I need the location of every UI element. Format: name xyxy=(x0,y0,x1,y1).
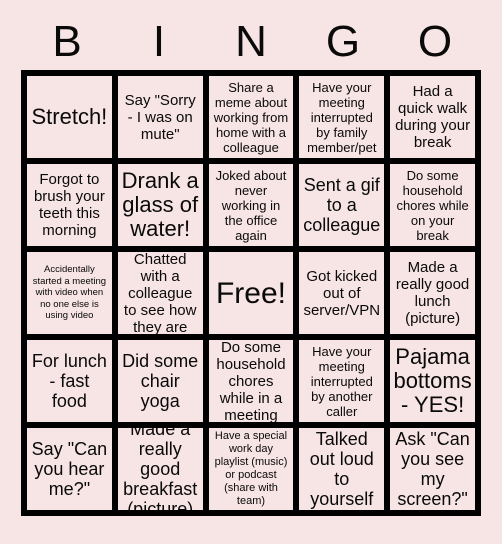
bingo-cell[interactable]: Say "Sorry - I was on mute" xyxy=(114,73,206,161)
bingo-cell[interactable]: Stretch! xyxy=(24,73,115,161)
bingo-cell[interactable]: Chatted with a colleague to see how they… xyxy=(114,249,206,337)
bingo-cell-label: Made a really good lunch (picture) xyxy=(395,259,470,327)
bingo-cell[interactable]: Say "Can you hear me?" xyxy=(24,425,115,513)
bingo-cell[interactable]: Joked about never working in the office … xyxy=(205,161,297,249)
bingo-cell[interactable]: Made a really good lunch (picture) xyxy=(387,249,478,337)
bingo-cell[interactable]: Do some household chores while in a meet… xyxy=(205,337,297,425)
bingo-cell-label: Say "Sorry - I was on mute" xyxy=(124,91,196,143)
bingo-cell[interactable]: Have your meeting interrupted by family … xyxy=(296,73,388,161)
bingo-cell-label: Joked about never working in the office … xyxy=(215,167,287,243)
bingo-cell[interactable]: Share a meme about working from home wit… xyxy=(205,73,297,161)
bingo-cell[interactable]: Accidentally started a meeting with vide… xyxy=(24,249,115,337)
header-letter-g: G xyxy=(325,17,361,66)
bingo-cell-label: Forgot to brush your teeth this morning xyxy=(33,171,105,239)
header-letter-b: B xyxy=(52,17,82,66)
header-letter-n: N xyxy=(235,17,267,66)
bingo-cell-label: Had a quick walk during your break xyxy=(395,83,471,151)
bingo-cell-free[interactable]: Free! xyxy=(205,249,297,337)
bingo-cell-label: For lunch - fast food xyxy=(31,351,107,411)
bingo-cell[interactable]: Got kicked out of server/VPN xyxy=(296,249,388,337)
bingo-cell-label: Pajama bottoms - YES! xyxy=(393,344,472,417)
bingo-header: B I N G O xyxy=(21,14,481,70)
bingo-cell-label: Stretch! xyxy=(31,104,108,129)
bingo-cell-label: Made a really good breakfast (picture) xyxy=(123,425,198,513)
header-letter-o: O xyxy=(417,17,453,66)
bingo-cell[interactable]: Did some chair yoga xyxy=(114,337,206,425)
bingo-cell-label: Talked out loud to yourself xyxy=(309,429,374,509)
bingo-cell[interactable]: Sent a gif to a colleague xyxy=(296,161,388,249)
bingo-cell[interactable]: Ask "Can you see my screen?" xyxy=(387,425,478,513)
bingo-cell-label: Share a meme about working from home wit… xyxy=(213,79,289,155)
bingo-cell-label: Drank a glass of water! xyxy=(121,168,199,241)
bingo-cell-label: Do some household chores while in a meet… xyxy=(216,338,286,424)
bingo-cell-label: Chatted with a colleague to see how they… xyxy=(123,250,197,336)
bingo-cell-label: Say "Can you hear me?" xyxy=(31,439,108,499)
bingo-cell[interactable]: For lunch - fast food xyxy=(24,337,115,425)
bingo-cell-label: Sent a gif to a colleague xyxy=(303,175,381,235)
bingo-cell[interactable]: Made a really good breakfast (picture) xyxy=(114,425,206,513)
bingo-cell-label: Got kicked out of server/VPN xyxy=(303,267,381,319)
bingo-cell[interactable]: Forgot to brush your teeth this morning xyxy=(24,161,115,249)
bingo-cell[interactable]: Had a quick walk during your break xyxy=(387,73,478,161)
bingo-cell-label: Did some chair yoga xyxy=(122,351,199,411)
header-letter-i: I xyxy=(152,17,166,66)
bingo-cell-label: Have your meeting interrupted by family … xyxy=(307,79,377,155)
bingo-cell-label: Ask "Can you see my screen?" xyxy=(395,429,470,509)
bingo-cell[interactable]: Pajama bottoms - YES! xyxy=(387,337,478,425)
bingo-cell-label: Free! xyxy=(215,276,286,310)
bingo-cell-label: Do some household chores while on your b… xyxy=(396,167,469,243)
bingo-cell[interactable]: Talked out loud to yourself xyxy=(296,425,388,513)
bingo-cell-label: Have your meeting interrupted by another… xyxy=(310,343,373,419)
bingo-card: B I N G O Stretch! Say "Sorry - I was on … xyxy=(0,0,502,544)
bingo-cell[interactable]: Have a special work day playlist (music)… xyxy=(205,425,297,513)
bingo-cell-label: Have a special work day playlist (music)… xyxy=(214,430,288,507)
bingo-grid: Stretch! Say "Sorry - I was on mute" Share… xyxy=(21,70,481,516)
bingo-cell-label: Accidentally started a meeting with vide… xyxy=(32,264,107,322)
bingo-cell[interactable]: Do some household chores while on your b… xyxy=(387,161,478,249)
bingo-cell[interactable]: Have your meeting interrupted by another… xyxy=(296,337,388,425)
bingo-cell[interactable]: Drank a glass of water! xyxy=(114,161,206,249)
